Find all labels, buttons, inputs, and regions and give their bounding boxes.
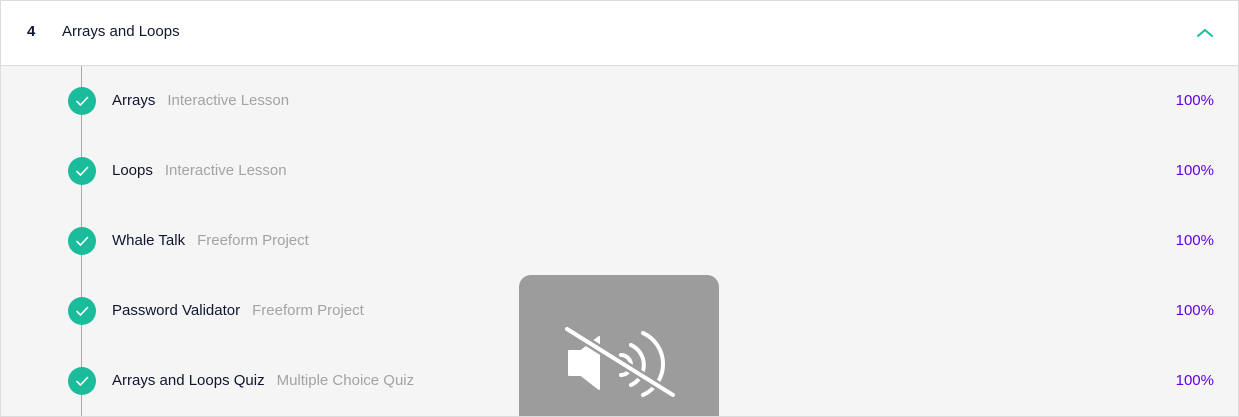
item-name: Loops [112, 162, 153, 179]
chevron-up-icon[interactable] [1195, 25, 1215, 41]
checkmark-icon [68, 297, 96, 325]
item-name: Arrays [112, 92, 156, 109]
checkmark-icon [68, 227, 96, 255]
mute-overlay[interactable] [519, 275, 719, 416]
list-item[interactable]: Whale Talk Freeform Project 100% [1, 216, 1238, 266]
module-header[interactable]: 4 Arrays and Loops [1, 1, 1238, 66]
list-item[interactable]: Loops Interactive Lesson 100% [1, 146, 1238, 196]
item-progress: 100% [1175, 92, 1214, 109]
item-title: Arrays Interactive Lesson [112, 92, 289, 109]
list-item[interactable]: Arrays Interactive Lesson 100% [1, 76, 1238, 126]
checkmark-icon [68, 87, 96, 115]
item-type: Freeform Project [197, 232, 309, 249]
checkmark-icon [68, 367, 96, 395]
module-number: 4 [27, 23, 36, 40]
item-progress: 100% [1175, 162, 1214, 179]
item-progress: 100% [1175, 232, 1214, 249]
item-type: Freeform Project [252, 302, 364, 319]
item-name: Whale Talk [112, 232, 186, 249]
item-type: Multiple Choice Quiz [276, 372, 415, 389]
item-name: Password Validator [112, 302, 241, 319]
item-title: Whale Talk Freeform Project [112, 232, 309, 249]
item-type: Interactive Lesson [164, 162, 287, 179]
item-progress: 100% [1175, 302, 1214, 319]
checkmark-icon [68, 157, 96, 185]
item-name: Arrays and Loops Quiz [112, 372, 265, 389]
item-type: Interactive Lesson [167, 92, 290, 109]
item-progress: 100% [1175, 372, 1214, 389]
item-title: Password Validator Freeform Project [112, 302, 364, 319]
module-title: Arrays and Loops [62, 23, 180, 40]
module-panel: 4 Arrays and Loops Arrays Interactive Les… [0, 0, 1239, 417]
item-title: Arrays and Loops Quiz Multiple Choice Qui… [112, 372, 414, 389]
item-title: Loops Interactive Lesson [112, 162, 287, 179]
